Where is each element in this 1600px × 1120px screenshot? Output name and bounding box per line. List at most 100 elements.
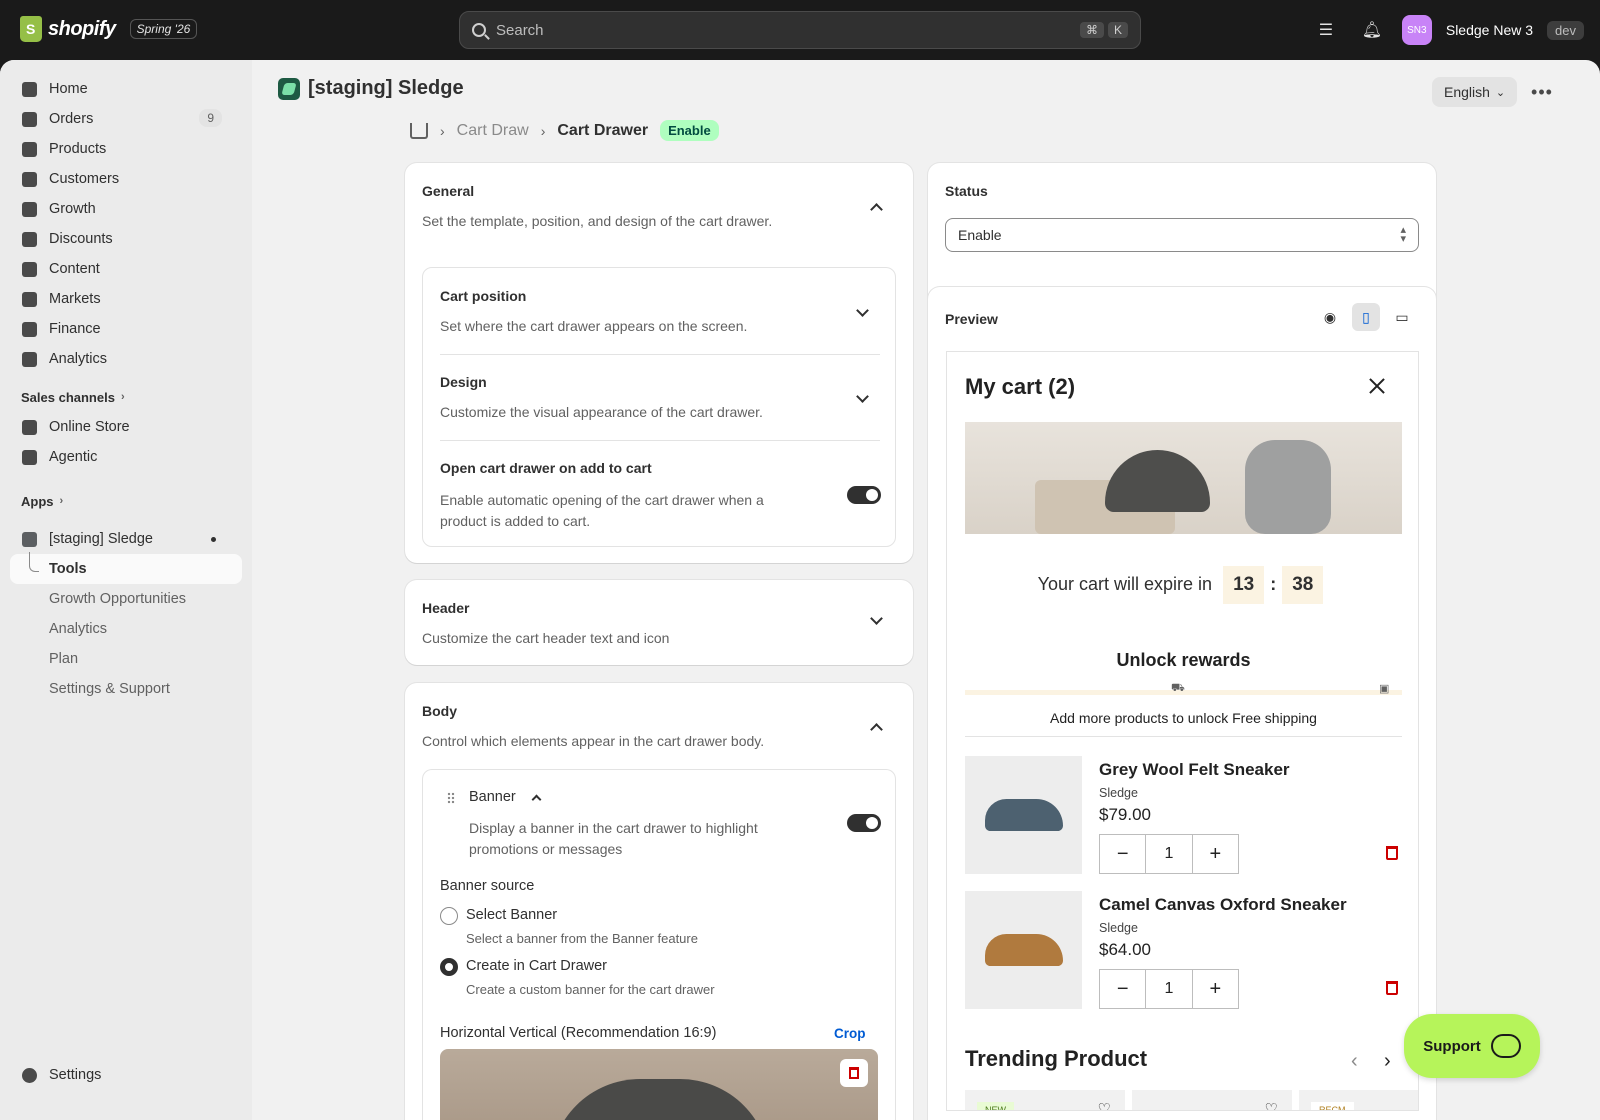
sidebar-sub-analytics[interactable]: Analytics <box>0 614 252 644</box>
sidebar-item-content[interactable]: Content <box>0 254 252 284</box>
header-desc: Customize the cart header text and icon <box>422 630 670 646</box>
sidebar-item-agentic[interactable]: Agentic <box>0 442 252 472</box>
cart-position-title[interactable]: Cart position <box>440 288 526 304</box>
heart-icon[interactable]: ♡ <box>1265 1100 1278 1110</box>
sidebar-sub-plan[interactable]: Plan <box>0 644 252 674</box>
sidebar-item-discounts[interactable]: Discounts <box>0 224 252 254</box>
open-on-add-toggle[interactable] <box>847 486 881 504</box>
pouch-graphic <box>1245 440 1331 534</box>
trending-card[interactable]: RECM <box>1299 1090 1418 1110</box>
search-bar[interactable]: Search ⌘ K <box>459 11 1141 49</box>
sidebar-item-online-store[interactable]: Online Store <box>0 412 252 442</box>
hero-image <box>965 422 1402 534</box>
header-card[interactable]: Header Customize the cart header text an… <box>405 580 913 665</box>
trending-card[interactable]: NEW ♡ <box>965 1090 1125 1110</box>
status-select[interactable]: Enable ▴ ▾ <box>945 218 1419 252</box>
sales-channels-header[interactable]: Sales channels › <box>0 382 252 412</box>
more-actions-button[interactable]: ••• <box>1527 78 1557 106</box>
sidebar-item-analytics[interactable]: Analytics <box>0 344 252 374</box>
plus-button[interactable]: + <box>1193 970 1238 1008</box>
radio-create-in-drawer[interactable] <box>440 958 458 976</box>
chevron-down-icon[interactable] <box>856 304 869 317</box>
breadcrumb-current: Cart Drawer <box>557 121 649 139</box>
avatar[interactable]: SN3 <box>1401 15 1432 45</box>
support-button[interactable]: Support <box>1404 1014 1540 1078</box>
drag-handle-icon[interactable] <box>447 792 455 804</box>
chevron-up-icon[interactable] <box>531 794 542 805</box>
section-label: Sales channels <box>21 389 115 405</box>
trending-title: Trending Product <box>965 1046 1148 1071</box>
minus-button[interactable]: − <box>1100 835 1145 873</box>
sidebar-item-markets[interactable]: Markets <box>0 284 252 314</box>
design-title[interactable]: Design <box>440 374 487 390</box>
section-label: Apps <box>21 493 54 509</box>
chevron-up-icon[interactable] <box>870 723 883 736</box>
sidebar-sub-tools[interactable]: Tools <box>10 554 242 584</box>
sidebar-label: [staging] Sledge <box>49 531 153 547</box>
inbox-icon[interactable]: ☰ <box>1310 14 1342 46</box>
quantity-value[interactable]: 1 <box>1145 970 1193 1008</box>
heart-icon[interactable]: ♡ <box>1098 1100 1111 1110</box>
open-on-add-title: Open cart drawer on add to cart <box>440 460 652 476</box>
crop-link[interactable]: Crop <box>834 1026 866 1041</box>
product-name: Camel Canvas Oxford Sneaker <box>1099 895 1347 914</box>
sidebar-sub-growth-opportunities[interactable]: Growth Opportunities <box>0 584 252 614</box>
chevron-down-icon[interactable] <box>856 390 869 403</box>
apps-header[interactable]: Apps › <box>0 486 252 516</box>
chevron-right-icon[interactable]: › <box>1384 1050 1391 1073</box>
sidebar-label: Products <box>49 141 107 157</box>
trending-badge: NEW <box>977 1102 1014 1110</box>
plus-button[interactable]: + <box>1193 835 1238 873</box>
store-name[interactable]: Sledge New 3 <box>1446 22 1533 38</box>
app-icon <box>22 532 37 547</box>
breadcrumb-parent[interactable]: Cart Draw <box>457 122 529 140</box>
option-create-label[interactable]: Create in Cart Drawer <box>466 958 607 974</box>
agent-icon <box>22 450 37 465</box>
timer-separator: : <box>1270 573 1277 594</box>
sidebar-item-app[interactable]: [staging] Sledge <box>0 524 252 554</box>
status-badge: Enable <box>660 120 719 141</box>
orders-icon <box>22 112 37 127</box>
sidebar-item-home[interactable]: Home <box>0 74 252 104</box>
sidebar-sub-settings-support[interactable]: Settings & Support <box>0 674 252 704</box>
cart-position-desc: Set where the cart drawer appears on the… <box>440 318 748 334</box>
sidebar-label: Orders <box>49 111 94 127</box>
sidebar-label: Customers <box>49 171 120 187</box>
trash-icon[interactable] <box>1386 846 1398 860</box>
header-title: Header <box>422 600 470 616</box>
chevron-left-icon[interactable]: ‹ <box>1351 1050 1358 1073</box>
delete-image-button[interactable] <box>840 1059 868 1087</box>
quantity-value[interactable]: 1 <box>1145 835 1193 873</box>
cart-icon[interactable] <box>410 122 428 139</box>
body-title: Body <box>422 703 457 719</box>
bank-icon <box>22 322 37 337</box>
option-select-banner-help: Select a banner from the Banner feature <box>466 931 698 946</box>
sidebar-item-finance[interactable]: Finance <box>0 314 252 344</box>
brand-wordmark: shopify <box>48 17 116 40</box>
close-icon[interactable] <box>1367 376 1387 396</box>
banner-toggle[interactable] <box>847 814 881 832</box>
sidebar-item-orders[interactable]: Orders 9 <box>0 104 252 134</box>
sledge-app-icon <box>278 77 300 100</box>
sidebar-label: Agentic <box>49 449 98 465</box>
chevron-down-icon[interactable] <box>870 612 883 625</box>
radio-select-banner[interactable] <box>440 907 458 925</box>
mobile-icon[interactable]: ▯ <box>1352 303 1380 331</box>
chevron-up-icon[interactable] <box>870 203 883 216</box>
language-select[interactable]: English ⌄ <box>1432 77 1518 107</box>
bell-icon[interactable]: 🔔︎ <box>1356 14 1388 46</box>
option-select-banner-label[interactable]: Select Banner <box>466 907 557 923</box>
sidebar-item-growth[interactable]: Growth <box>0 194 252 224</box>
eye-icon[interactable]: ◉ <box>1316 303 1344 331</box>
sidebar-item-settings[interactable]: Settings <box>0 1060 252 1090</box>
desktop-icon[interactable]: ▭ <box>1388 303 1416 331</box>
sidebar-label: Analytics <box>49 351 108 367</box>
growth-icon <box>22 202 37 217</box>
sidebar-item-products[interactable]: Products <box>0 134 252 164</box>
trending-card[interactable]: ♡ <box>1132 1090 1292 1110</box>
minus-button[interactable]: − <box>1100 970 1145 1008</box>
sidebar-item-customers[interactable]: Customers <box>0 164 252 194</box>
shopify-logo[interactable]: shopify Spring '26 <box>20 16 198 42</box>
banner-block: Banner Display a banner in the cart draw… <box>422 769 896 1120</box>
trash-icon[interactable] <box>1386 981 1398 995</box>
